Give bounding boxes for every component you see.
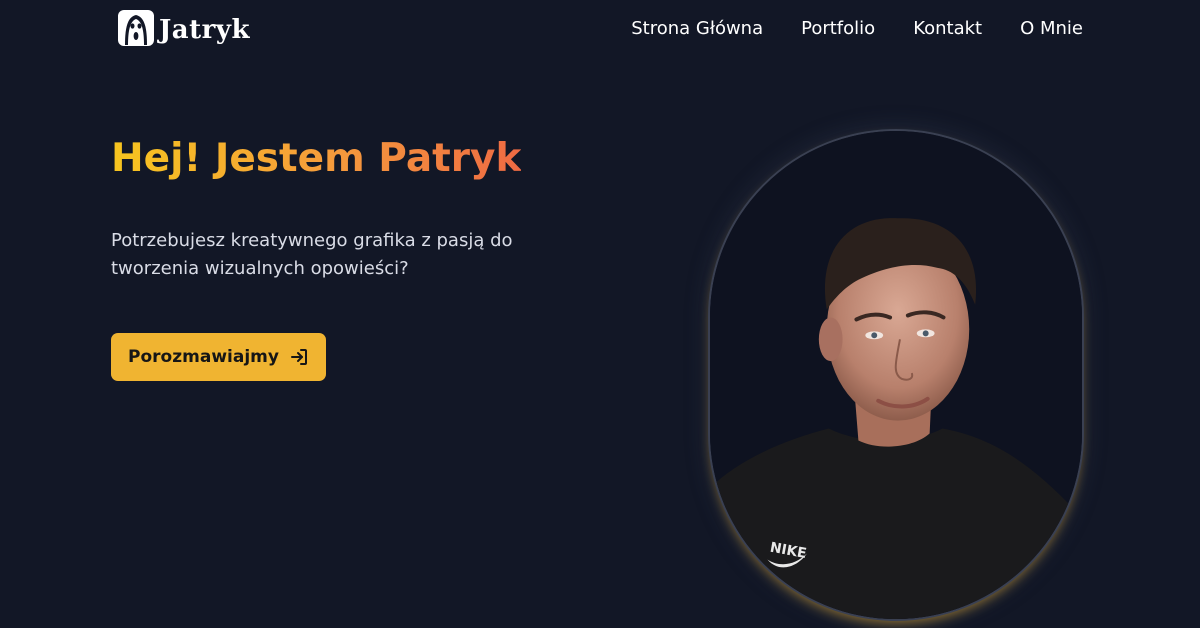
hero-subtitle-line-2: tworzenia wizualnych opowieści? [111,258,409,279]
main-nav: Strona Główna Portfolio Kontakt O Mnie [631,17,1083,41]
nav-item-portfolio[interactable]: Portfolio [801,17,875,41]
nav-item-home[interactable]: Strona Główna [631,17,763,41]
portrait-frame: NIKE [708,129,1084,621]
brand-logo[interactable]: Jatryk [117,9,250,47]
cta-label: Porozmawiajmy [128,347,279,367]
login-arrow-icon [290,349,307,365]
scream-mask-icon [118,10,154,46]
nav-item-contact[interactable]: Kontakt [913,17,982,41]
hero-title: Hej! Jestem Patryk [111,136,522,181]
brand-name: Jatryk [159,15,250,45]
hero-subtitle-line-1: Potrzebujesz kreatywnego grafika z pasją… [111,230,513,251]
portrait-photo: NIKE [710,131,1082,619]
nav-item-about[interactable]: O Mnie [1020,17,1083,41]
hero-subtitle: Potrzebujesz kreatywnego grafika z pasją… [111,227,541,283]
contact-cta-button[interactable]: Porozmawiajmy [111,333,326,381]
